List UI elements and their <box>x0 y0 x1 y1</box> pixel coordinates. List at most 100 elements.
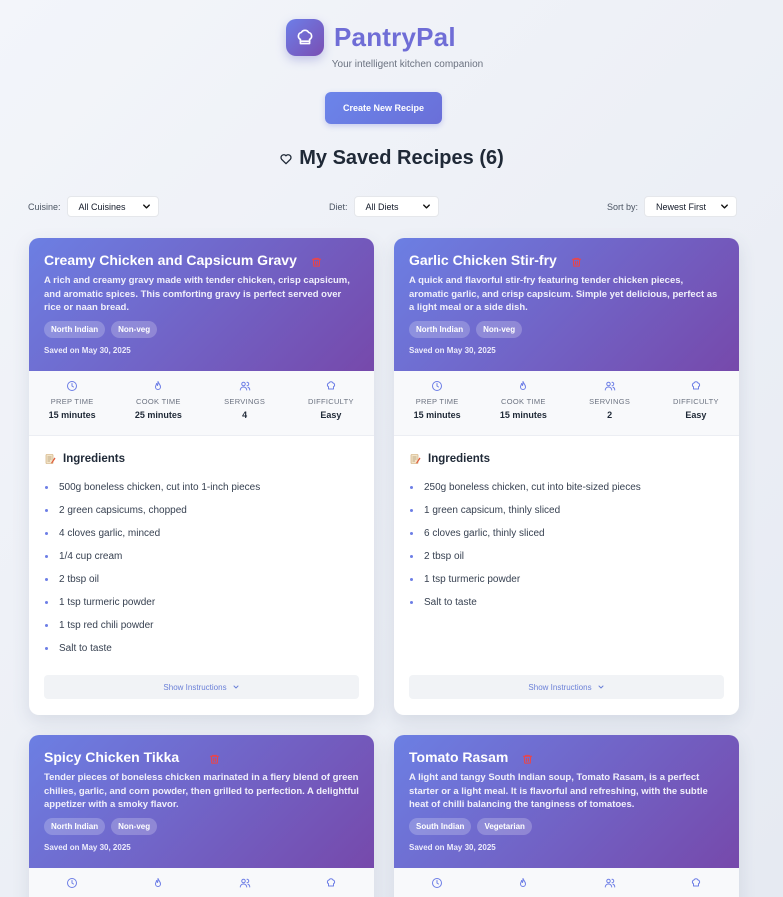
cook-time-value: 15 minutes <box>499 410 547 420</box>
recipe-card-header: Creamy Chicken and Capsicum Gravy A rich… <box>29 238 374 371</box>
difficulty-value: Easy <box>320 410 342 420</box>
section-title: My Saved Recipes (6) <box>0 147 783 170</box>
recipe-card-header: Garlic Chicken Stir-fry A quick and flav… <box>394 238 739 371</box>
cook-time-label: COOK TIME <box>136 397 181 406</box>
memo-icon <box>409 453 421 465</box>
chef-hat-icon <box>690 380 702 392</box>
list-item: 500g boneless chicken, cut into 1-inch p… <box>44 476 359 499</box>
sort-select[interactable]: Newest First <box>644 196 738 217</box>
cuisine-tag: South Indian <box>409 817 472 835</box>
diet-label: Diet: <box>329 201 348 212</box>
show-instructions-label: Show Instructions <box>528 682 592 692</box>
diet-tag: Non-veg <box>111 817 158 835</box>
cuisine-tag: North Indian <box>409 320 471 338</box>
users-icon <box>239 380 251 392</box>
saved-date: Saved on May 30, 2025 <box>44 842 131 852</box>
prep-time-value: 15 minutes <box>413 410 461 420</box>
servings-stat: SERVINGS 4 <box>202 371 288 435</box>
difficulty-label: DIFFICULTY <box>307 397 354 406</box>
list-item: 6 cloves garlic, thinly sliced <box>409 522 724 545</box>
sort-label: Sort by: <box>607 201 639 212</box>
flame-icon <box>152 380 164 392</box>
list-item: 4 cloves garlic, minced <box>44 522 359 545</box>
list-item: 2 green capsicums, chopped <box>44 499 359 522</box>
ingredients-section: Ingredients 250g boneless chicken, cut i… <box>394 436 739 614</box>
diet-select-value: All Diets <box>365 201 399 212</box>
chevron-down-icon <box>597 683 605 691</box>
recipe-stats <box>394 868 739 897</box>
recipe-title: Creamy Chicken and Capsicum Gravy <box>44 252 297 268</box>
recipe-description: Tender pieces of boneless chicken marina… <box>44 772 359 810</box>
trash-icon[interactable] <box>209 753 220 765</box>
tagline: Your intelligent kitchen companion <box>331 59 484 70</box>
prep-time-stat: PREP TIME 15 minutes <box>29 371 115 435</box>
chevron-down-icon <box>719 201 730 212</box>
chevron-down-icon <box>141 201 152 212</box>
difficulty-label: DIFFICULTY <box>672 397 719 406</box>
cuisine-tag: North Indian <box>44 320 106 338</box>
trash-icon[interactable] <box>571 256 582 268</box>
list-item: 2 tbsp oil <box>409 545 724 568</box>
cook-time-stat: COOK TIME 15 minutes <box>480 371 566 435</box>
ingredients-heading: Ingredients <box>63 453 125 465</box>
recipe-title: Tomato Rasam <box>409 749 509 765</box>
show-instructions-button[interactable]: Show Instructions <box>409 675 724 699</box>
trash-icon[interactable] <box>522 753 533 765</box>
servings-label: SERVINGS <box>589 397 631 406</box>
sort-select-value: Newest First <box>656 201 707 212</box>
difficulty-value: Easy <box>685 410 707 420</box>
recipe-stats <box>29 868 374 897</box>
list-item: 1/4 cup cream <box>44 545 359 568</box>
servings-label: SERVINGS <box>224 397 266 406</box>
saved-date: Saved on May 30, 2025 <box>409 842 496 852</box>
sort-filter: Sort by: Newest First <box>607 196 738 217</box>
chevron-down-icon <box>421 201 432 212</box>
list-item: 250g boneless chicken, cut into bite-siz… <box>409 476 724 499</box>
recipe-title: Garlic Chicken Stir-fry <box>409 252 557 268</box>
cuisine-tag: North Indian <box>44 817 106 835</box>
recipe-stats: PREP TIME 15 minutes COOK TIME 25 minute… <box>29 371 374 436</box>
show-instructions-button[interactable]: Show Instructions <box>44 675 359 699</box>
cuisine-label: Cuisine: <box>28 201 61 212</box>
show-instructions-label: Show Instructions <box>163 682 227 692</box>
heart-outline-icon <box>279 152 293 166</box>
clock-icon <box>66 380 78 392</box>
clock-icon <box>431 380 443 392</box>
recipe-description: A quick and flavorful stir-fry featuring… <box>409 275 718 313</box>
recipe-description: A rich and creamy gravy made with tender… <box>44 275 350 313</box>
diet-tag: Non-veg <box>111 320 158 338</box>
chef-hat-icon <box>286 19 324 56</box>
list-item: 2 tbsp oil <box>44 568 359 591</box>
flame-icon <box>517 380 529 392</box>
cuisine-filter: Cuisine: All Cuisines <box>28 196 159 217</box>
diet-select[interactable]: All Diets <box>353 196 439 217</box>
recipe-stats: PREP TIME 15 minutes COOK TIME 15 minute… <box>394 371 739 436</box>
servings-stat: SERVINGS 2 <box>567 371 653 435</box>
prep-time-value: 15 minutes <box>48 410 96 420</box>
flame-icon <box>517 877 529 889</box>
create-recipe-button[interactable]: Create New Recipe <box>325 92 442 124</box>
cuisine-select[interactable]: All Cuisines <box>66 196 159 217</box>
chef-hat-icon <box>325 380 337 392</box>
list-item: 1 green capsicum, thinly sliced <box>409 499 724 522</box>
app-name: PantryPal <box>334 22 456 52</box>
clock-icon <box>66 877 78 889</box>
servings-value: 2 <box>607 410 613 420</box>
cook-time-label: COOK TIME <box>501 397 546 406</box>
recipe-card-header: Tomato Rasam A light and tangy South Ind… <box>394 735 739 868</box>
chef-hat-icon <box>325 877 337 889</box>
recipe-card: Garlic Chicken Stir-fry A quick and flav… <box>394 238 739 715</box>
users-icon <box>239 877 251 889</box>
ingredients-section: Ingredients 500g boneless chicken, cut i… <box>29 436 374 660</box>
cuisine-select-value: All Cuisines <box>78 201 126 212</box>
list-item: 1 tsp red chili powder <box>44 614 359 637</box>
clock-icon <box>431 877 443 889</box>
trash-icon[interactable] <box>311 256 322 268</box>
saved-date: Saved on May 30, 2025 <box>409 345 496 355</box>
memo-icon <box>44 453 56 465</box>
recipe-title: Spicy Chicken Tikka <box>44 749 180 765</box>
prep-time-label: PREP TIME <box>50 397 94 406</box>
list-item: Salt to taste <box>409 591 724 614</box>
recipe-card-header: Spicy Chicken Tikka Tender pieces of bon… <box>29 735 374 868</box>
cook-time-value: 25 minutes <box>134 410 182 420</box>
